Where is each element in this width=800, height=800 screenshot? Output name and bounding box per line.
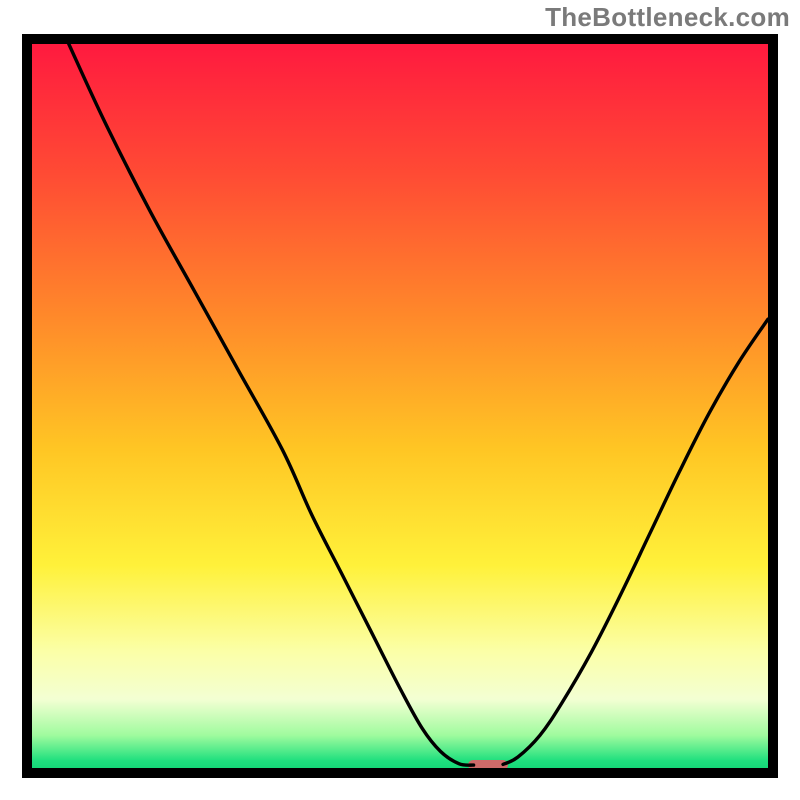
watermark-text: TheBottleneck.com bbox=[545, 2, 790, 33]
plot-area bbox=[32, 44, 768, 768]
plot-frame bbox=[22, 34, 778, 778]
stage: TheBottleneck.com bbox=[0, 0, 800, 800]
bottleneck-curve-px bbox=[32, 44, 768, 768]
